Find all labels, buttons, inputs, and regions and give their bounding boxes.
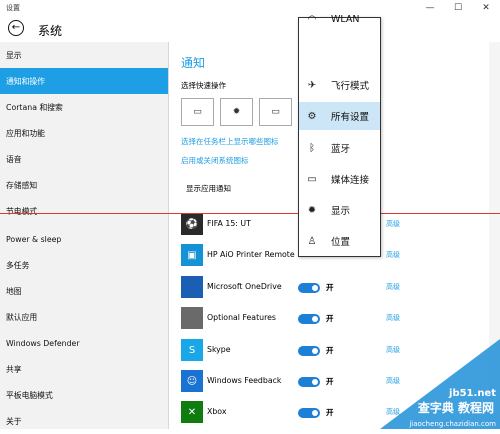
show-notifications-label: 显示应用通知 [186,184,231,193]
sidebar-item-windows-defender[interactable]: Windows Defender [0,330,168,356]
page-title: 系统 [38,24,63,38]
popup-item-display[interactable]: ✹ 显示 [299,196,380,224]
app-row-onedrive: Microsoft OneDrive 开 高级 [181,276,481,300]
media-connect-icon: ▭ [307,173,317,185]
window-title: 设置 [6,4,20,12]
notification-toggle[interactable] [298,314,320,324]
notification-toggle[interactable] [298,346,320,356]
sidebar-item-multitasking[interactable]: 多任务 [0,252,168,278]
project-icon: ▭ [271,107,280,117]
popup-item-all-settings[interactable]: ⚙ 所有设置 [299,102,380,130]
toggle-state-label: 开 [326,377,334,386]
app-name: Windows Feedback [207,376,282,385]
popup-item-media-connect[interactable]: ▭ 媒体连接 [299,165,380,193]
system-icons-link[interactable]: 启用或关闭系统图标 [181,155,249,166]
watermark-line1: 查字典 教程网 [417,401,494,415]
advanced-link[interactable]: 高级 [386,219,400,229]
app-name: Skype [207,345,231,354]
quick-action-brightness[interactable]: ✹ [220,98,253,126]
back-arrow-icon: ← [11,22,21,33]
bluetooth-icon: ᛒ [309,142,315,154]
toggle-state-label: 开 [326,314,334,323]
popup-item-label: 媒体连接 [331,175,370,186]
xbox-app-icon: ✕ [181,401,203,423]
feedback-app-icon: ☺ [181,370,203,392]
back-button[interactable]: ← [8,20,24,36]
app-name: FIFA 15: UT [207,219,251,228]
app-name: Xbox [207,407,227,416]
sidebar-item-speech[interactable]: 语音 [0,146,168,172]
sidebar-item-display[interactable]: 显示 [0,42,168,68]
app-name: HP AiO Printer Remote [207,250,295,259]
onedrive-app-icon [181,276,203,298]
popup-item-airplane-mode[interactable]: ✈ 飞行模式 [299,71,380,99]
popup-item-label: WLAN [331,13,360,25]
popup-item-label: 显示 [331,206,351,217]
notification-toggle[interactable] [298,377,320,387]
sidebar-item-maps[interactable]: 地图 [0,278,168,304]
watermark-site: jb51.net [449,388,496,399]
sidebar-item-notifications[interactable]: 通知和操作 [0,68,168,94]
sidebar: 显示 通知和操作 Cortana 和搜索 应用和功能 语音 存储感知 节电模式 … [0,42,168,429]
airplane-icon: ✈ [307,79,317,91]
advanced-link[interactable]: 高级 [386,313,400,323]
maximize-button[interactable]: ☐ [444,0,472,16]
quick-action-project[interactable]: ▭ [259,98,292,126]
annotation-line [0,213,500,214]
sidebar-item-apps[interactable]: 应用和功能 [0,120,168,146]
toggle-state-label: 开 [326,346,334,355]
sidebar-item-about[interactable]: 关于 [0,408,168,434]
notification-toggle[interactable] [298,408,320,418]
taskbar-icons-link[interactable]: 选择在任务栏上显示哪些图标 [181,136,279,147]
tablet-icon: ▭ [193,107,202,117]
quick-action-tablet[interactable]: ▭ [181,98,214,126]
app-name: Microsoft OneDrive [207,282,282,291]
brightness-icon: ✹ [232,107,241,117]
skype-app-icon: S [181,339,203,361]
toggle-state-label: 开 [326,283,334,292]
toggle-state-label: 开 [326,408,334,417]
fifa-app-icon: ⚽ [181,213,203,235]
quick-action-popup: ◠ WLAN ✈ 飞行模式 ⚙ 所有设置 ᛒ 蓝牙 ▭ 媒体连接 ✹ 显示 ♙ … [298,14,381,257]
advanced-link[interactable]: 高级 [386,250,400,260]
sidebar-item-share[interactable]: 共享 [0,356,168,382]
popup-item-label: 所有设置 [331,112,370,123]
sidebar-item-power-sleep[interactable]: Power & sleep [0,226,168,252]
title-bar: 设置 — ☐ ✕ [0,0,500,16]
optional-features-app-icon [181,307,203,329]
location-icon: ♙ [307,235,317,247]
sidebar-item-battery-saver[interactable]: 节电模式 [0,198,168,224]
close-button[interactable]: ✕ [472,0,500,16]
notification-toggle[interactable] [298,283,320,293]
popup-item-label: 蓝牙 [331,144,351,155]
section-title: 通知 [181,56,206,70]
sidebar-item-default-apps[interactable]: 默认应用 [0,304,168,330]
app-name: Optional Features [207,313,276,322]
advanced-link[interactable]: 高级 [386,282,400,292]
settings-icon: ⚙ [307,110,317,122]
quick-actions-label: 选择快速操作 [181,81,226,90]
sidebar-item-cortana[interactable]: Cortana 和搜索 [0,94,168,120]
printer-app-icon: ▣ [181,244,203,266]
app-row-optional-features: Optional Features 开 高级 [181,307,481,331]
popup-item-label: 飞行模式 [331,81,370,92]
wlan-icon: ◠ [307,13,317,25]
display-icon: ✹ [307,204,317,216]
popup-item-bluetooth[interactable]: ᛒ 蓝牙 [299,134,380,162]
sidebar-item-tablet-mode[interactable]: 平板电脑模式 [0,382,168,408]
sidebar-item-storage[interactable]: 存储感知 [0,172,168,198]
popup-item-location[interactable]: ♙ 位置 [299,227,380,255]
page-header: ← 系统 [0,16,500,42]
watermark-line2: jiaocheng.chazidian.com [409,420,496,428]
minimize-button[interactable]: — [416,0,444,16]
popup-item-label: 位置 [331,237,351,248]
popup-item-wlan[interactable]: ◠ WLAN [299,8,380,30]
